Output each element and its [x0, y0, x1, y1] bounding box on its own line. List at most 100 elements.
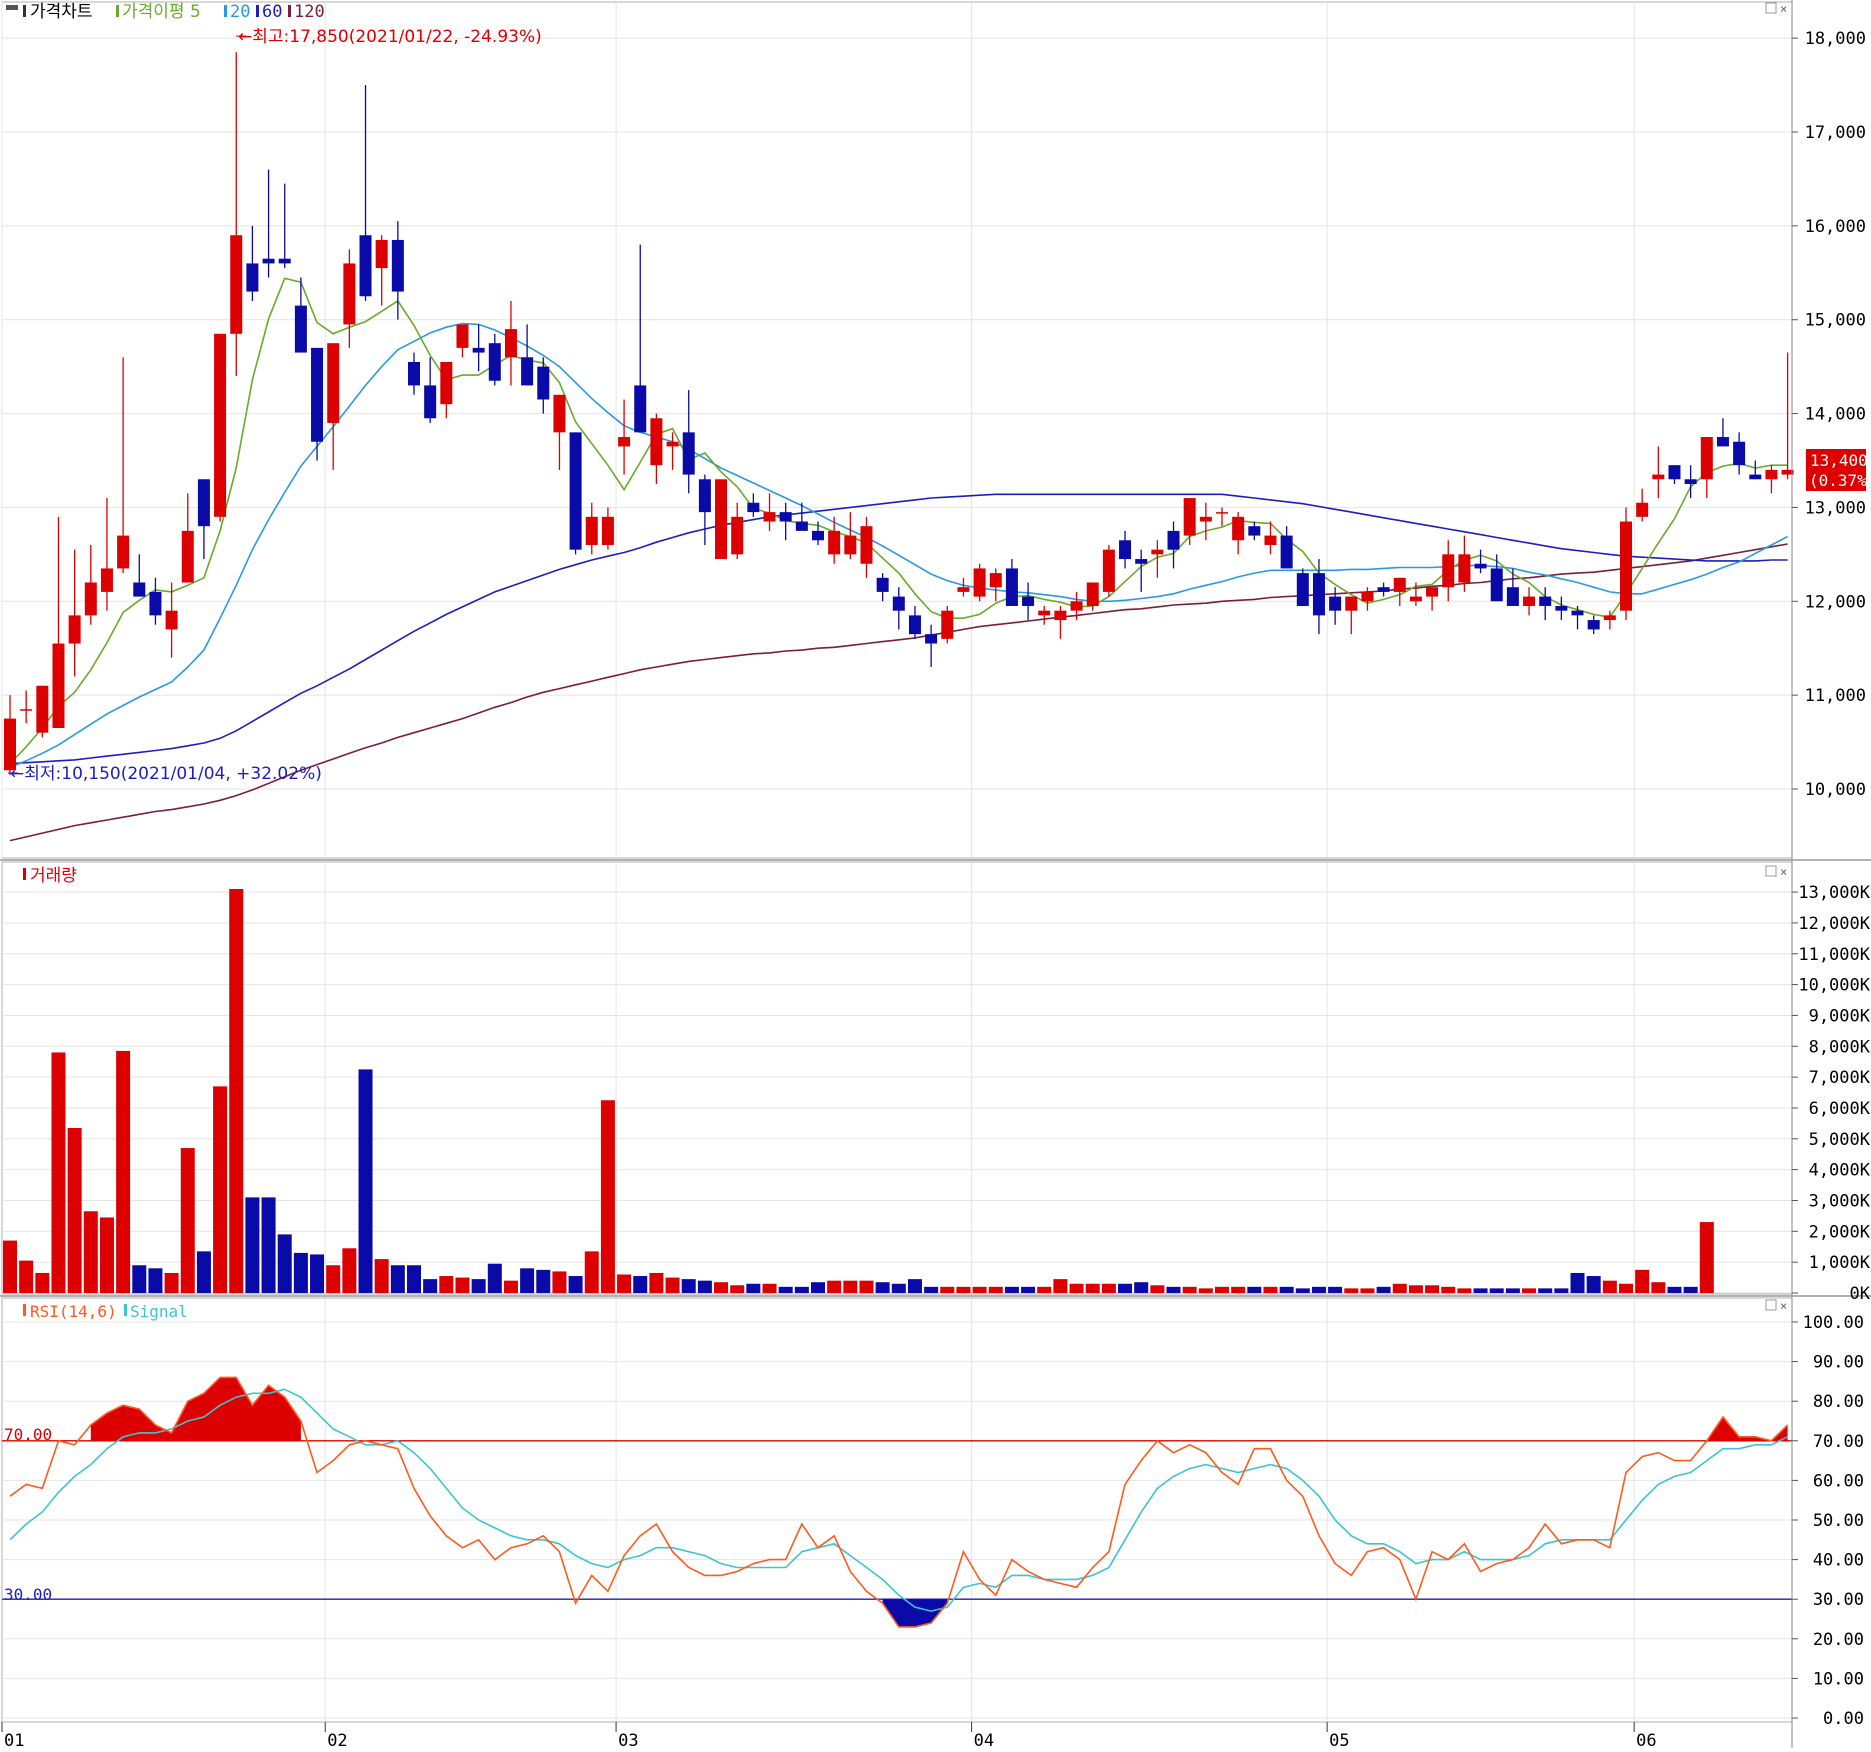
volume-bar: [1069, 1283, 1084, 1293]
volume-bar: [390, 1265, 405, 1293]
volume-tick-label: 10,000K: [1798, 976, 1870, 996]
candle-up: [1620, 521, 1632, 611]
price-tick-label: 10,000: [1805, 780, 1866, 800]
volume-tick-label: 5,000K: [1809, 1130, 1871, 1150]
candle-down: [1280, 535, 1293, 569]
rsi-tick-label: 80.00: [1813, 1392, 1864, 1412]
volume-tick-label: 8,000K: [1809, 1037, 1871, 1057]
candle-down: [246, 263, 259, 292]
candle-up: [36, 685, 49, 733]
candle-down: [1490, 568, 1503, 602]
rsi-tick-label: 70.00: [1813, 1432, 1864, 1452]
rsi-tick-label: 100.00: [1803, 1313, 1864, 1333]
rsi-tick-label: 50.00: [1813, 1511, 1864, 1531]
candle-down: [892, 596, 905, 611]
rsi-lower-label: 30.00: [4, 1585, 52, 1604]
candle-down: [908, 615, 921, 635]
rsi-tick-label: 90.00: [1813, 1353, 1864, 1373]
volume-bar: [811, 1282, 825, 1293]
candle-up: [1232, 516, 1245, 541]
candle-up: [181, 530, 194, 583]
stock-chart-canvas: 18,000 17,000 16,000 15,000 14,000 13,000 12,0…: [0, 0, 1871, 1751]
ma120-label: 120: [294, 2, 325, 22]
candle-down: [262, 258, 275, 264]
x-tick-label: 03: [618, 1731, 638, 1748]
candle-up: [989, 573, 1002, 588]
ma60-label: 60: [262, 2, 282, 22]
candle-up: [100, 568, 113, 592]
volume-bar: [1522, 1288, 1537, 1293]
candle-up: [1264, 535, 1277, 545]
volume-bar: [843, 1280, 858, 1293]
volume-bar: [730, 1285, 745, 1293]
volume-bar: [1586, 1276, 1601, 1293]
volume-bar: [407, 1265, 421, 1293]
volume-tick-label: 2,000K: [1809, 1222, 1871, 1242]
candle-down: [876, 577, 889, 592]
rsi-tick-label: 10.00: [1813, 1669, 1864, 1689]
candle-down: [149, 591, 162, 616]
candle-down: [1716, 437, 1729, 447]
volume-bar: [1505, 1288, 1520, 1293]
price-legend: 가격차트 가격이평 5 20 60 120: [6, 2, 325, 22]
candle-up: [1086, 582, 1099, 606]
price-tick-label: 11,000: [1805, 686, 1866, 706]
volume-bar: [471, 1279, 486, 1293]
x-tick-label: 02: [327, 1731, 347, 1748]
low-annotation: ←최저:10,150(2021/01/04, +32.02%): [10, 764, 322, 784]
candle-up: [1426, 587, 1439, 597]
volume-bar: [1376, 1286, 1391, 1293]
candle-down: [391, 239, 404, 292]
candle-up: [1765, 469, 1778, 480]
volume-bar: [1619, 1283, 1633, 1293]
volume-bar: [1279, 1286, 1294, 1293]
volume-bar: [1263, 1286, 1278, 1293]
volume-bar: [827, 1280, 842, 1293]
candle-up: [1361, 591, 1374, 602]
candle-up: [1393, 577, 1406, 592]
candle-down: [472, 347, 485, 353]
signal-label: Signal: [130, 1302, 188, 1321]
volume-bar: [859, 1280, 874, 1293]
candle-up: [52, 643, 65, 728]
maximize-icon: [1765, 2, 1777, 14]
candle-up: [553, 394, 566, 433]
volume-tick-label: 7,000K: [1809, 1068, 1871, 1088]
volume-bar: [600, 1100, 615, 1293]
candle-up: [1070, 601, 1083, 611]
candle-down: [1329, 596, 1342, 611]
panel-menu-icon[interactable]: [6, 5, 18, 10]
candle-down: [1296, 573, 1309, 606]
volume-bar: [1328, 1286, 1343, 1293]
candle-down: [747, 502, 760, 513]
volume-bar: [180, 1148, 195, 1293]
candle-down: [197, 479, 210, 527]
volume-bar: [891, 1283, 906, 1293]
volume-bar: [148, 1268, 163, 1293]
candle-up: [1199, 516, 1212, 522]
candle-down: [925, 634, 938, 644]
volume-bar: [503, 1280, 518, 1293]
candle-down: [521, 357, 534, 386]
volume-bar: [681, 1279, 696, 1293]
candle-up: [375, 239, 388, 269]
maximize-icon: [1765, 1299, 1777, 1311]
x-tick-label: 01: [4, 1731, 24, 1748]
candle-down: [812, 530, 824, 541]
rsi-tick-label: 0.00: [1823, 1709, 1864, 1729]
ma-label: 가격이평 5: [122, 2, 201, 22]
volume-bar: [1441, 1286, 1456, 1293]
volume-bar: [1570, 1272, 1585, 1293]
candle-up: [860, 526, 873, 564]
candle-down: [1119, 540, 1132, 560]
volume-bar: [83, 1211, 98, 1293]
candle-up: [666, 441, 679, 447]
volume-bar: [1683, 1286, 1698, 1293]
volume-legend: 거래량: [23, 866, 77, 886]
candle-up: [117, 535, 130, 569]
close-icon: ×: [1780, 865, 1787, 879]
candle-up: [165, 610, 178, 630]
rsi-tick-label: 30.00: [1813, 1590, 1864, 1610]
volume-bar: [778, 1286, 793, 1293]
price-tick-label: 12,000: [1805, 592, 1866, 612]
